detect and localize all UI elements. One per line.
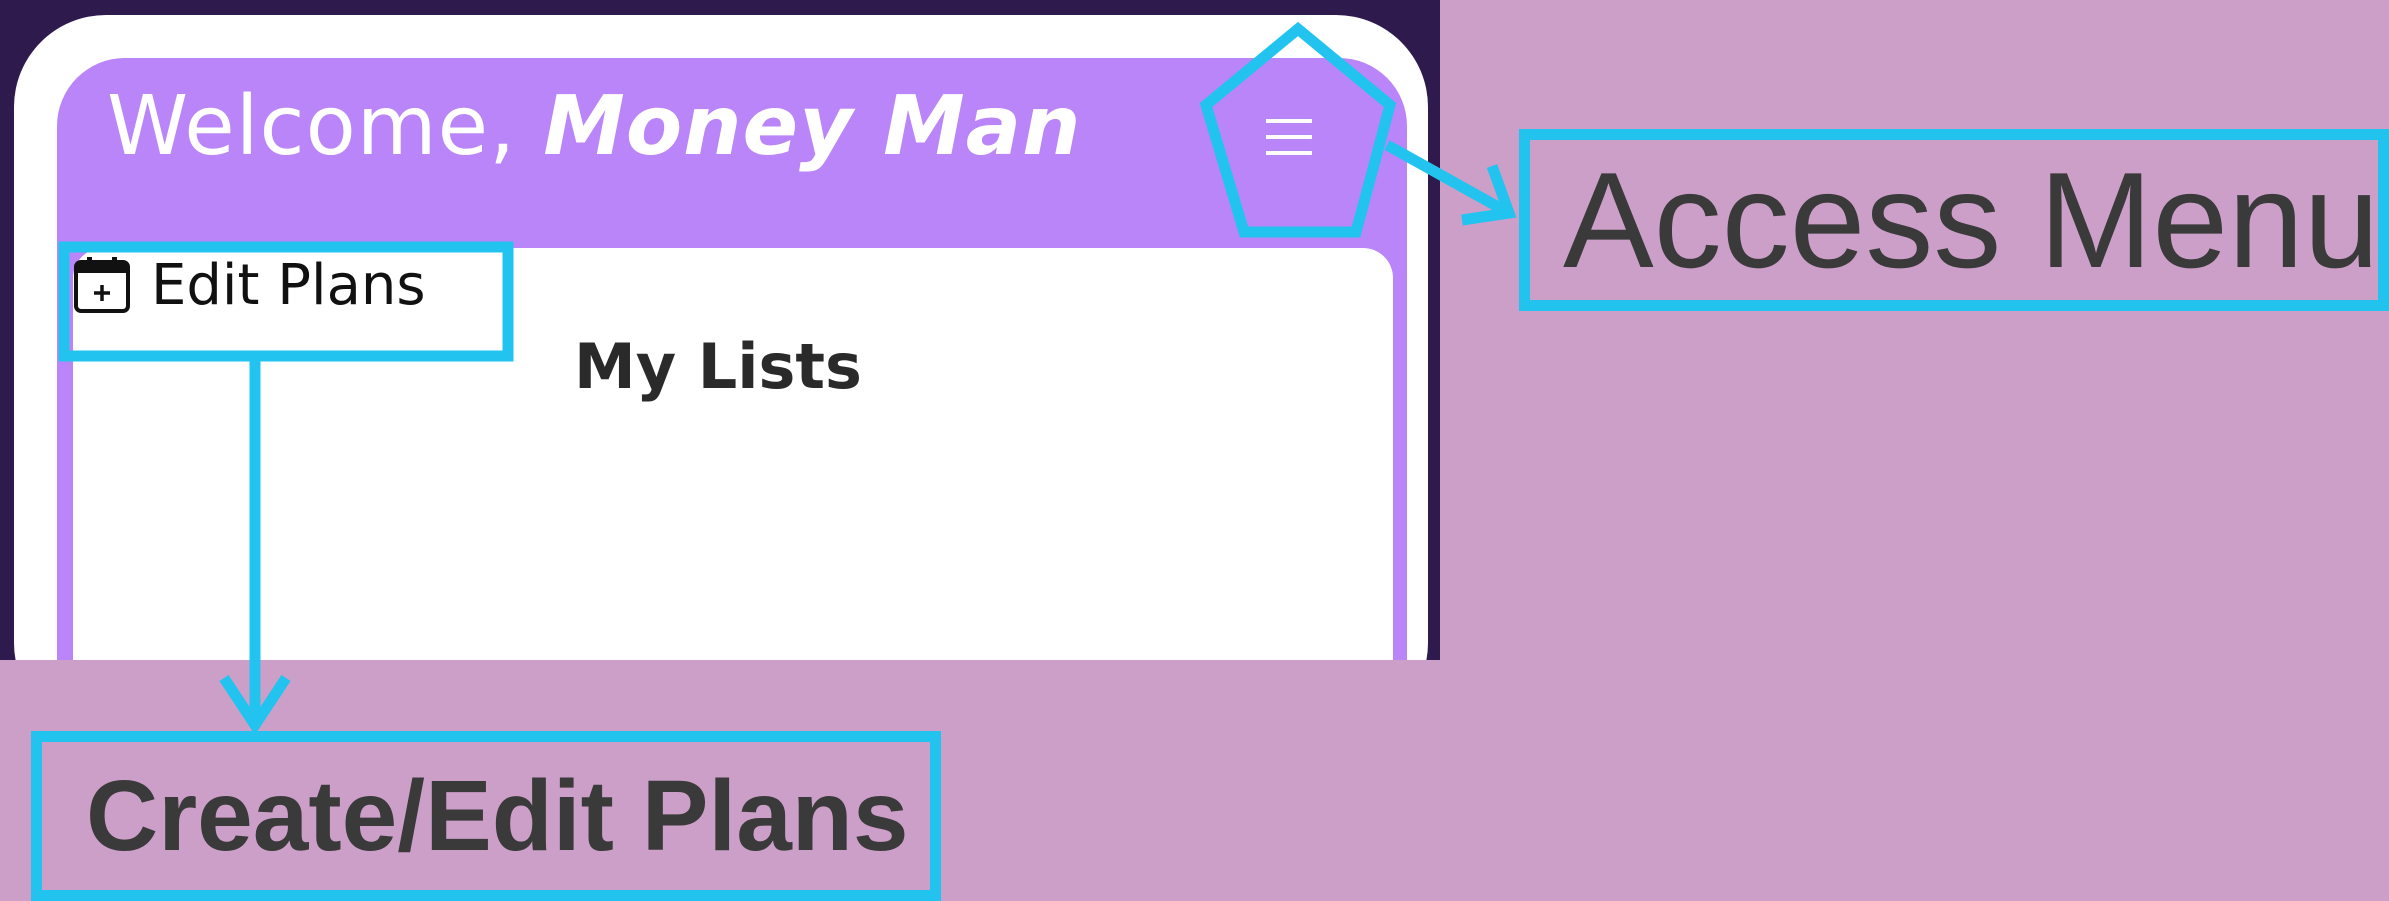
create-edit-plans-annotation: Create/Edit Plans [31,731,941,901]
menu-highlight-pentagon [1199,21,1397,238]
access-menu-label: Access Menu [1563,144,2380,296]
access-menu-annotation: Access Menu [1519,129,2389,311]
menu-arrow-line [1384,140,1512,218]
create-edit-plans-label: Create/Edit Plans [86,759,909,872]
edit-plans-highlight-box [58,241,514,362]
